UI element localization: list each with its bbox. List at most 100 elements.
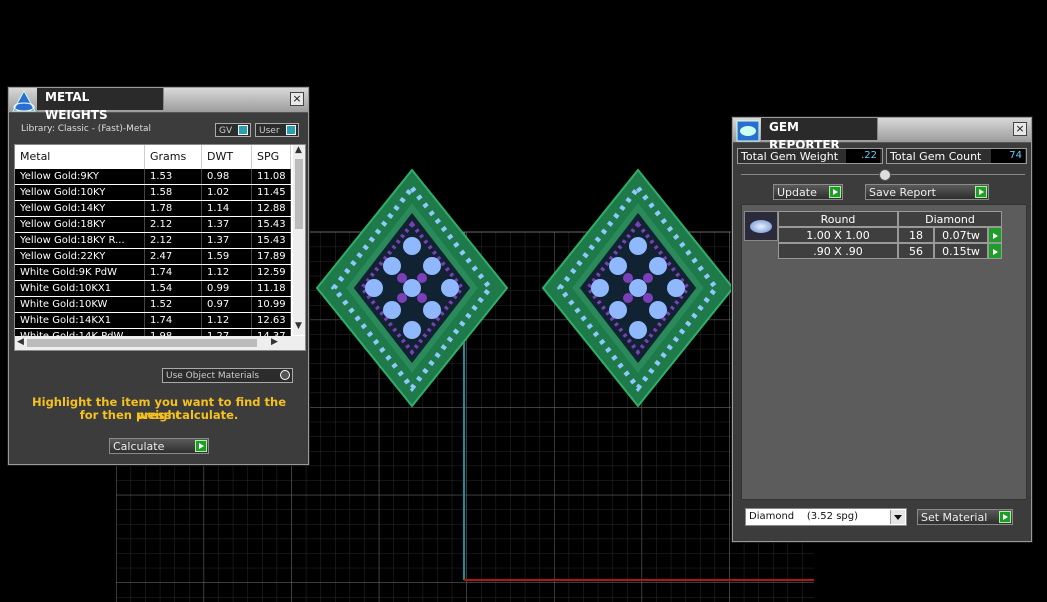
table-row[interactable]: Yellow Gold:22KY 2.47 1.59 17.89 (15, 249, 291, 264)
set-material-label: Set Material (921, 511, 988, 524)
gem-reporter-titlebar[interactable]: GEM REPORTER × (733, 118, 1031, 152)
gv-toggle[interactable]: GV (215, 123, 251, 137)
table-cell: 0.97 (202, 297, 252, 312)
save-report-button[interactable]: Save Report (865, 184, 989, 200)
gem-reporter-title: GEM REPORTER (761, 118, 878, 152)
shape-header: Round (778, 211, 898, 227)
scroll-up-icon[interactable]: ▲ (295, 145, 302, 155)
column-header-dwt[interactable]: DWT (202, 145, 252, 169)
gem-count-cell: 56 (898, 243, 934, 259)
gem-size-cell: .90 X .90 (778, 243, 898, 259)
table-cell: Yellow Gold:10KY (15, 185, 145, 200)
table-cell: 12.88 (252, 201, 291, 216)
use-object-materials-label: Use Object Materials (166, 371, 260, 381)
round-shape-icon[interactable] (744, 211, 778, 241)
table-cell: 1.54 (145, 281, 202, 296)
select-gem-row-icon[interactable] (988, 227, 1002, 243)
splitter-handle[interactable] (741, 169, 1025, 181)
use-object-materials-toggle[interactable]: Use Object Materials (162, 368, 293, 383)
user-toggle[interactable]: User (255, 123, 299, 137)
table-cell: 11.45 (252, 185, 291, 200)
table-row[interactable]: Yellow Gold:14KY 1.78 1.14 12.88 (15, 201, 291, 216)
scroll-thumb[interactable] (27, 339, 257, 347)
toggle-icon (286, 125, 296, 135)
play-icon (999, 511, 1011, 523)
select-gem-row-icon[interactable] (988, 243, 1002, 259)
table-cell: 12.59 (252, 265, 291, 280)
gem-weight-cell: 0.07tw (934, 227, 988, 243)
gem-reporter-logo-icon (736, 120, 760, 142)
table-row[interactable]: White Gold:9K PdW 1.74 1.12 12.59 (15, 265, 291, 280)
toggle-icon (238, 125, 248, 135)
table-cell: 11.18 (252, 281, 291, 296)
total-gem-count-value: 74 (991, 149, 1025, 163)
material-select[interactable]: Diamond (3.52 spg) (745, 508, 907, 526)
play-icon (975, 186, 987, 198)
table-row[interactable]: White Gold:10KW 1.52 0.97 10.99 (15, 297, 291, 312)
table-cell: 2.12 (145, 217, 202, 232)
table-cell: 1.78 (145, 201, 202, 216)
scroll-left-icon[interactable]: ◀ (17, 337, 24, 347)
table-cell: 17.89 (252, 249, 291, 264)
chevron-down-icon[interactable] (890, 510, 905, 524)
table-cell: Yellow Gold:18KY (15, 217, 145, 232)
table-cell: White Gold:10KX1 (15, 281, 145, 296)
material-select-value: Diamond (3.52 spg) (749, 511, 859, 522)
gem-weight-cell: 0.15tw (934, 243, 988, 259)
table-cell: White Gold:14KX1 (15, 313, 145, 328)
table-cell: Yellow Gold:14KY (15, 201, 145, 216)
table-cell: 1.37 (202, 233, 252, 248)
update-button[interactable]: Update (773, 184, 843, 200)
table-cell: 11.08 (252, 169, 291, 184)
material-header: Diamond (898, 211, 1002, 227)
total-gem-weight-value: .22 (846, 149, 880, 163)
table-cell: 2.47 (145, 249, 202, 264)
table-cell: 1.12 (202, 313, 252, 328)
table-cell: Yellow Gold:22KY (15, 249, 145, 264)
table-cell: 1.37 (202, 217, 252, 232)
column-header-metal[interactable]: Metal (15, 145, 145, 169)
gv-label: GV (219, 126, 233, 136)
table-cell: 1.58 (145, 185, 202, 200)
column-header-grams[interactable]: Grams (145, 145, 202, 169)
table-cell: 1.52 (145, 297, 202, 312)
gem-size-cell: 1.00 X 1.00 (778, 227, 898, 243)
scroll-thumb[interactable] (295, 159, 303, 229)
column-header-spg[interactable]: SPG (252, 145, 291, 169)
table-row[interactable]: White Gold:14KX1 1.74 1.12 12.63 (15, 313, 291, 328)
table-cell: 2.12 (145, 233, 202, 248)
table-row[interactable]: Yellow Gold:18KY R... 2.12 1.37 15.43 (15, 233, 291, 248)
table-cell: 0.99 (202, 281, 252, 296)
set-material-button[interactable]: Set Material (917, 509, 1013, 525)
close-icon[interactable]: × (290, 92, 304, 106)
table-cell: 0.98 (202, 169, 252, 184)
table-row[interactable]: Yellow Gold:9KY 1.53 0.98 11.08 (15, 169, 291, 184)
scroll-right-icon[interactable]: ▶ (271, 337, 278, 347)
metal-weights-panel: METAL WEIGHTS × Library: Classic - (Fast… (8, 87, 309, 465)
close-icon[interactable]: × (1013, 122, 1027, 136)
gem-count-cell: 18 (898, 227, 934, 243)
table-row[interactable]: Yellow Gold:18KY 2.12 1.37 15.43 (15, 217, 291, 232)
metal-table: Metal Grams DWT SPG Yellow Gold:9KY 1.53 0… (14, 144, 306, 351)
calculate-button[interactable]: Calculate (109, 438, 209, 454)
metal-weights-title: METAL WEIGHTS (37, 88, 164, 122)
table-cell: Yellow Gold:18KY R... (15, 233, 145, 248)
save-report-label: Save Report (869, 186, 936, 199)
horizontal-scrollbar[interactable]: ◀ ▶ (15, 336, 305, 350)
table-row[interactable]: Yellow Gold:10KY 1.58 1.02 11.45 (15, 185, 291, 200)
vertical-scrollbar[interactable]: ▲ ▼ (293, 145, 305, 335)
metal-table-header: Metal Grams DWT SPG (15, 145, 291, 169)
splitter-knob-icon[interactable] (879, 169, 891, 181)
metal-weights-titlebar[interactable]: METAL WEIGHTS × (9, 88, 308, 122)
table-cell: 1.12 (202, 265, 252, 280)
table-cell: White Gold:9K PdW (15, 265, 145, 280)
calculate-label: Calculate (113, 440, 165, 453)
scroll-down-icon[interactable]: ▼ (295, 321, 302, 331)
table-row[interactable]: White Gold:10KX1 1.54 0.99 11.18 (15, 281, 291, 296)
table-cell: 1.74 (145, 313, 202, 328)
gem-reporter-panel: GEM REPORTER × Total Gem Weight .22 Tota… (732, 117, 1032, 542)
table-cell: 10.99 (252, 297, 291, 312)
table-cell: 1.02 (202, 185, 252, 200)
table-cell: 1.14 (202, 201, 252, 216)
gem-list-area: Round Diamond 1.00 X 1.00 18 0.07tw .90 X .… (741, 204, 1027, 500)
